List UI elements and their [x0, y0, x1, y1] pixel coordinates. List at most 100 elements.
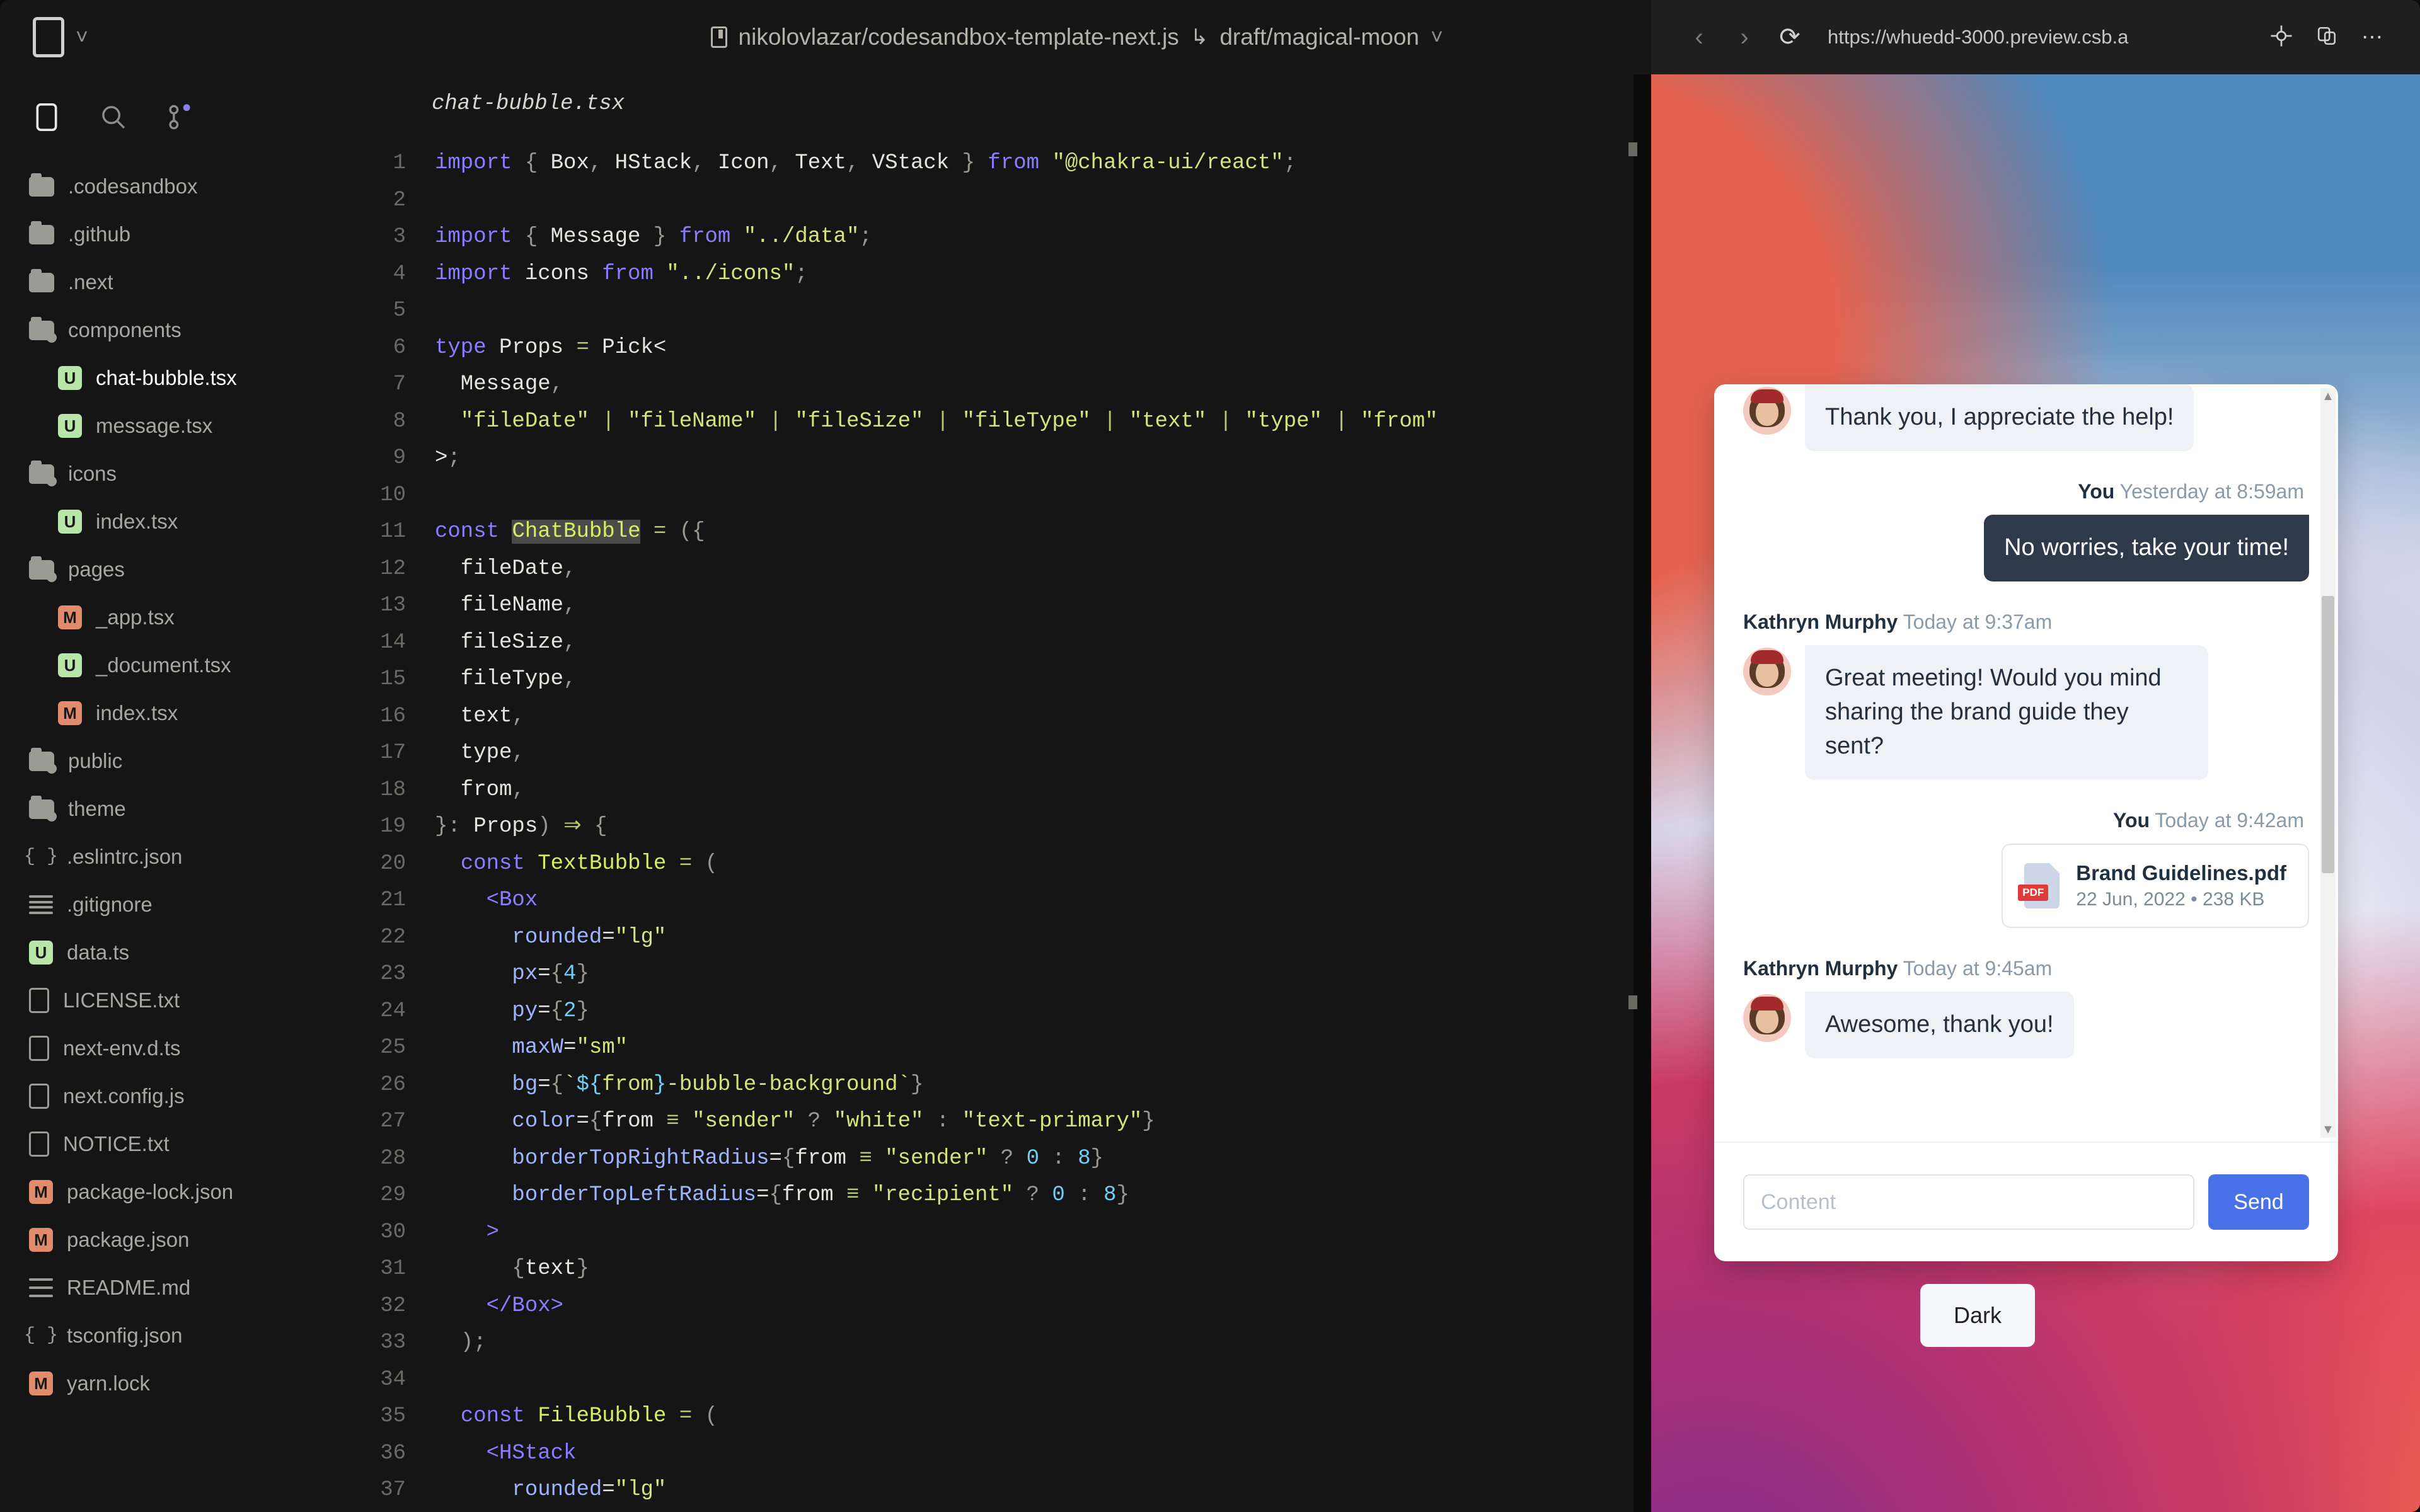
line-number: 29 — [334, 1177, 435, 1214]
code-line-text[interactable]: fileDate, — [435, 551, 576, 588]
file-tree-item[interactable]: Udata.ts — [0, 929, 334, 976]
file-tree-item[interactable]: README.md — [0, 1264, 334, 1312]
message-bubble: Awesome, thank you! — [1805, 992, 2074, 1058]
file-tree-item[interactable]: Mindex.tsx — [0, 689, 334, 737]
file-tree-item-label: README.md — [67, 1276, 190, 1300]
code-token: const — [435, 520, 499, 544]
content-input[interactable]: Content — [1743, 1174, 2194, 1230]
more-options-icon[interactable]: ⋯ — [2349, 25, 2395, 50]
code-token: fileName — [435, 593, 563, 617]
file-tree-item[interactable]: next-env.d.ts — [0, 1024, 334, 1072]
code-line-text[interactable]: <HStack — [435, 1435, 576, 1472]
code-line-text[interactable]: from, — [435, 772, 525, 809]
file-tree-item[interactable]: Umessage.tsx — [0, 402, 334, 450]
chevron-down-icon[interactable]: ˅ — [1431, 26, 1443, 48]
chevron-right-icon[interactable]: › — [1722, 23, 1767, 52]
file-tree-item[interactable]: Uchat-bubble.tsx — [0, 354, 334, 402]
code-line: 27 color={from ≡ "sender" ? "white" : "t… — [334, 1103, 1635, 1140]
popout-window-icon[interactable] — [2304, 25, 2349, 50]
code-line-text[interactable]: text, — [435, 698, 525, 735]
code-line-text[interactable]: borderTopRightRadius={from ≡ "sender" ? … — [435, 1140, 1103, 1177]
file-tree-item-label: package-lock.json — [67, 1180, 233, 1204]
file-tree-item[interactable]: { }tsconfig.json — [0, 1312, 334, 1360]
scroll-up-arrow-icon[interactable]: ▲ — [2322, 389, 2334, 403]
code-line-text[interactable]: borderTopLeftRadius={from ≡ "recipient" … — [435, 1177, 1129, 1214]
code-line-text[interactable]: import { Message } from "../data"; — [435, 219, 872, 256]
dark-theme-button[interactable]: Dark — [1920, 1284, 2035, 1347]
code-line-text[interactable]: import icons from "../icons"; — [435, 256, 808, 293]
crosshair-inspect-icon[interactable] — [2259, 25, 2304, 50]
files-icon[interactable] — [33, 102, 60, 132]
code-line-text[interactable]: type Props = Pick< — [435, 329, 666, 367]
code-line-text[interactable]: ); — [435, 1324, 487, 1361]
code-line-text[interactable]: rounded="lg" — [435, 919, 666, 956]
code-line-text[interactable]: fileType, — [435, 661, 576, 698]
file-attachment-bubble[interactable]: PDFBrand Guidelines.pdf22 Jun, 2022 • 23… — [2002, 844, 2309, 928]
pane-divider[interactable] — [1634, 74, 1637, 1512]
file-tree-item[interactable]: U_document.tsx — [0, 641, 334, 689]
code-content[interactable]: 1import { Box, HStack, Icon, Text, VStac… — [334, 145, 1635, 1512]
code-line-text[interactable]: fileName, — [435, 587, 576, 624]
code-line-text[interactable]: </Box> — [435, 1288, 563, 1325]
file-tree-item[interactable]: .next — [0, 258, 334, 306]
file-tree-item[interactable]: icons — [0, 450, 334, 498]
code-token: Box — [499, 888, 538, 912]
code-line-text[interactable]: }: Props) ⇒ { — [435, 808, 607, 845]
file-tree-item-label: .gitignore — [67, 893, 153, 917]
file-tree-item[interactable]: NOTICE.txt — [0, 1120, 334, 1168]
file-tree-item[interactable]: .gitignore — [0, 881, 334, 929]
code-line-text[interactable]: bg={`${from}-bubble-background`} — [435, 1067, 923, 1104]
chevron-left-icon[interactable]: ‹ — [1676, 23, 1722, 52]
chat-scrollbar[interactable]: ▲ ▼ — [2320, 388, 2336, 1138]
file-tree-item[interactable]: Mpackage.json — [0, 1216, 334, 1264]
code-line-text[interactable]: import { Box, HStack, Icon, Text, VStack… — [435, 145, 1296, 182]
code-line-text[interactable]: color={from ≡ "sender" ? "white" : "text… — [435, 1103, 1155, 1140]
code-line-text[interactable]: const FileBubble = ( — [435, 1398, 718, 1435]
file-tree-item[interactable]: Uindex.tsx — [0, 498, 334, 546]
branch-name[interactable]: draft/magical-moon — [1219, 24, 1419, 50]
code-line-text[interactable]: rounded="lg" — [435, 1472, 666, 1509]
file-tree-item[interactable]: Myarn.lock — [0, 1360, 334, 1407]
file-tree-item[interactable]: Mpackage-lock.json — [0, 1168, 334, 1216]
file-tree-item[interactable]: M_app.tsx — [0, 593, 334, 641]
search-icon[interactable] — [100, 102, 127, 132]
code-line-text[interactable]: >; — [435, 440, 461, 477]
file-tree-item[interactable]: components — [0, 306, 334, 354]
code-line-text[interactable]: > — [435, 1214, 499, 1251]
file-tree-item[interactable]: { }.eslintrc.json — [0, 833, 334, 881]
source-control-icon[interactable] — [166, 102, 194, 132]
untracked-badge-icon: U — [58, 510, 82, 534]
scroll-down-arrow-icon[interactable]: ▼ — [2322, 1123, 2334, 1137]
file-tree-item[interactable]: next.config.js — [0, 1072, 334, 1120]
code-line-text[interactable]: const ChatBubble = ({ — [435, 513, 705, 551]
code-line-text[interactable]: px={4} — [435, 956, 589, 993]
code-line-text[interactable]: py={2} — [435, 993, 589, 1030]
file-tree-item[interactable]: public — [0, 737, 334, 785]
file-tree-item[interactable]: pages — [0, 546, 334, 593]
code-line-text[interactable]: Message, — [435, 366, 563, 403]
file-tree-item[interactable]: .codesandbox — [0, 163, 334, 210]
url-bar[interactable]: https://whuedd-3000.preview.csb.a — [1812, 26, 2259, 49]
code-line-text[interactable]: <Box — [435, 882, 538, 919]
code-token: } — [962, 151, 975, 175]
file-tree-item[interactable]: .github — [0, 210, 334, 258]
file-tree-item[interactable]: theme — [0, 785, 334, 833]
file-tree-item[interactable]: LICENSE.txt — [0, 976, 334, 1024]
code-line: 13 fileName, — [334, 587, 1635, 624]
chat-message: You Today at 9:42amPDFBrand Guidelines.p… — [1743, 809, 2309, 928]
send-button[interactable]: Send — [2208, 1174, 2309, 1230]
code-line-text[interactable]: type, — [435, 735, 525, 772]
code-line-text[interactable]: const TextBubble = ( — [435, 845, 718, 883]
code-token: : — [447, 815, 473, 839]
chevron-down-icon[interactable]: ˅ — [76, 26, 88, 48]
code-line-text[interactable]: "fileDate" | "fileName" | "fileSize" | "… — [435, 403, 1438, 440]
code-line: 2 — [334, 182, 1635, 219]
sandbox-square-icon[interactable] — [33, 17, 64, 57]
scrollbar-thumb[interactable] — [2322, 596, 2334, 873]
code-line-text[interactable]: maxW="sm" — [435, 1029, 628, 1067]
reload-icon[interactable]: ⟳ — [1767, 23, 1812, 52]
repo-path[interactable]: nikolovlazar/codesandbox-template-next.j… — [739, 24, 1179, 50]
code-line-text[interactable]: pl={2} — [435, 1509, 589, 1512]
code-line-text[interactable]: fileSize, — [435, 624, 576, 662]
code-line-text[interactable]: {text} — [435, 1251, 589, 1288]
